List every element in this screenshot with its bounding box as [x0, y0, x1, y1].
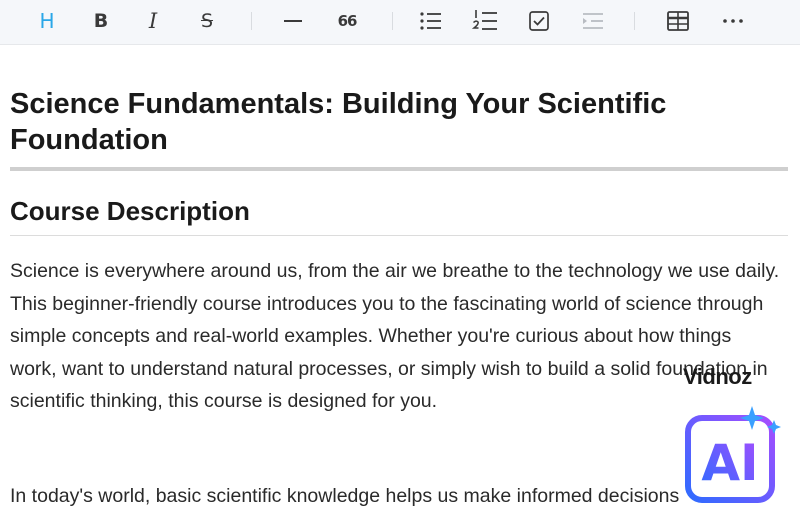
toolbar-divider: [251, 12, 252, 30]
watermark-badge-text: AI: [701, 434, 758, 492]
indent-icon: [583, 13, 603, 29]
numbered-list-icon: [472, 10, 497, 30]
more-dots-icon: [723, 19, 743, 23]
checklist-button[interactable]: [524, 6, 554, 36]
toolbar-divider: [634, 12, 635, 30]
title-underline: [10, 167, 788, 171]
document-title: Science Fundamentals: Building Your Scie…: [10, 88, 667, 156]
bullet-list-icon: [420, 12, 441, 30]
body-paragraph: In today's world, basic scientific knowl…: [10, 485, 680, 507]
horizontal-rule-button[interactable]: [278, 6, 308, 36]
horizontal-rule-icon: [284, 20, 302, 22]
heading-button[interactable]: H: [32, 6, 62, 36]
body-paragraph: Science is everywhere around us, from th…: [10, 260, 780, 412]
italic-button[interactable]: I: [138, 6, 168, 36]
strikethrough-button[interactable]: S: [192, 6, 222, 36]
toolbar-divider: [392, 12, 393, 30]
indent-button[interactable]: [578, 6, 608, 36]
section-underline: [10, 235, 788, 236]
editor-toolbar: H B I S 66: [0, 0, 800, 45]
bullet-list-button[interactable]: [416, 6, 446, 36]
bold-button[interactable]: B: [86, 6, 116, 36]
section-heading: Course Description: [10, 196, 250, 226]
numbered-list-button[interactable]: [470, 6, 500, 36]
blockquote-button[interactable]: 66: [330, 6, 364, 36]
more-options-button[interactable]: [718, 6, 748, 36]
table-button[interactable]: [663, 6, 693, 36]
checkbox-icon: [529, 11, 549, 31]
table-icon: [667, 11, 689, 31]
vidnoz-ai-logo: AI: [685, 406, 781, 503]
